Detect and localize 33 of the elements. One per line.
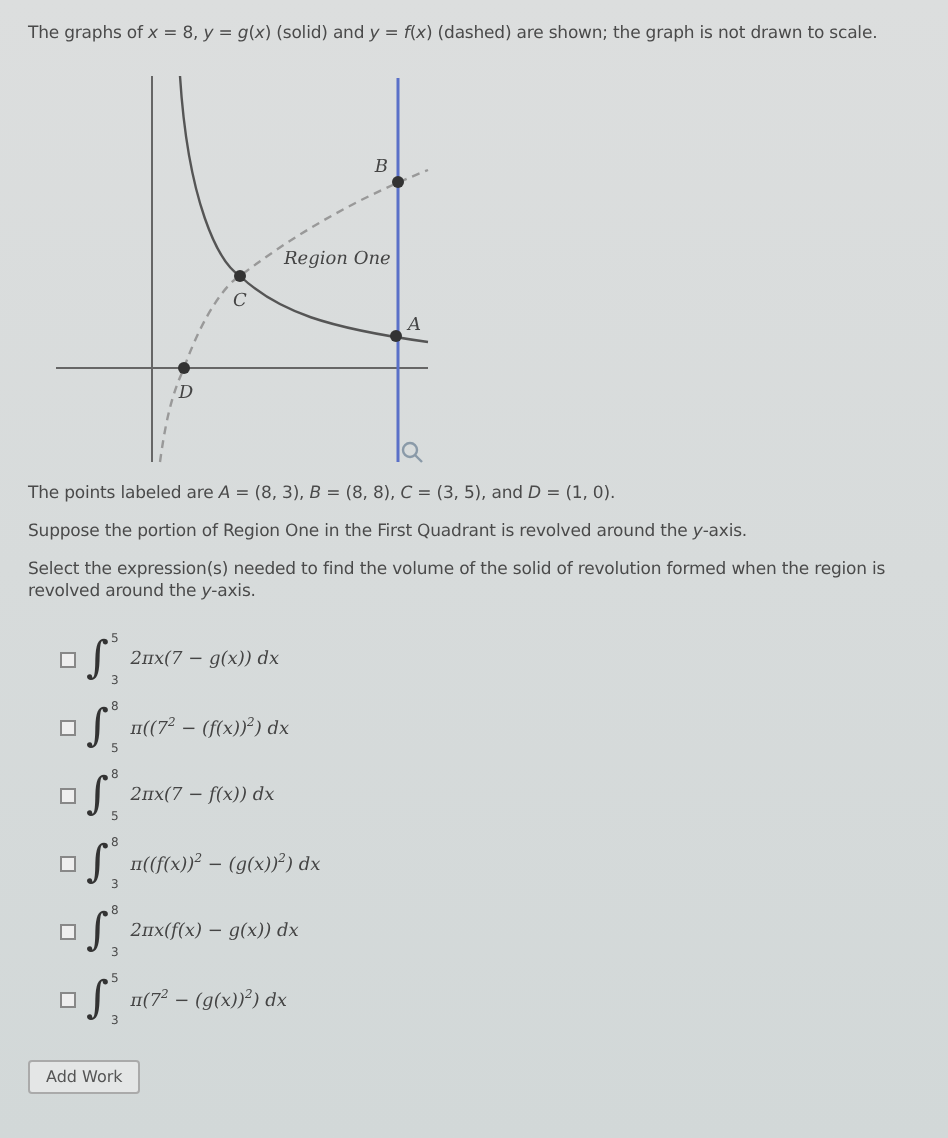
integrand: π((f(x))$^{2}$ − (g(x))$^{2}$) dx	[130, 852, 321, 876]
checkbox[interactable]	[60, 788, 76, 804]
checkbox[interactable]	[60, 924, 76, 940]
integral-sign: ∫	[86, 836, 109, 892]
point-d	[178, 362, 190, 374]
points-text: The points labeled are A = (8, 3), B = (8, 8), C = (3, 5), and D = (1, 0).	[28, 484, 618, 506]
point-label: C	[233, 292, 247, 312]
checkbox[interactable]	[60, 992, 76, 1008]
integrand: π((7$^{2}$ − (f(x))$^{2}$) dx	[130, 716, 290, 740]
integral-sign: ∫	[86, 632, 109, 688]
point-b	[392, 176, 404, 188]
integrand: 2πx(7 − g(x)) dx	[130, 650, 280, 670]
integrand: 2πx(f(x) − g(x)) dx	[130, 922, 299, 942]
graph-caption: The graphs of x = 8, y = g(x) (solid) and y = f(x) (dashed) are shown; the graph is not drawn to scale.	[28, 24, 880, 46]
setup-text: Suppose the portion of Region One in the First Quadrant is revolved around the y-axis.	[28, 522, 750, 544]
point-label: A	[408, 316, 421, 336]
integral-sign: ∫	[86, 972, 109, 1028]
integrand: 2πx(7 − f(x)) dx	[130, 786, 275, 806]
point-label: D	[178, 384, 194, 404]
checkbox[interactable]	[60, 652, 76, 668]
integrand: π(7$^{2}$ − (g(x))$^{2}$) dx	[130, 988, 287, 1012]
point-a	[390, 330, 402, 342]
question-text: Select the expression(s) needed to find the volume of the solid of revolution formed when the region is revolved around the y-axis.	[28, 560, 888, 604]
integral-sign: ∫	[86, 768, 109, 824]
checkbox[interactable]	[60, 856, 76, 872]
integral-sign: ∫	[86, 904, 109, 960]
point-c	[234, 270, 246, 282]
add-work-button[interactable]: Add Work	[28, 1060, 141, 1094]
point-label: B	[374, 158, 388, 178]
checkbox[interactable]	[60, 720, 76, 736]
integral-sign: ∫	[86, 700, 109, 756]
region-label: Region One	[284, 250, 391, 270]
magnifier-icon[interactable]	[401, 441, 423, 463]
